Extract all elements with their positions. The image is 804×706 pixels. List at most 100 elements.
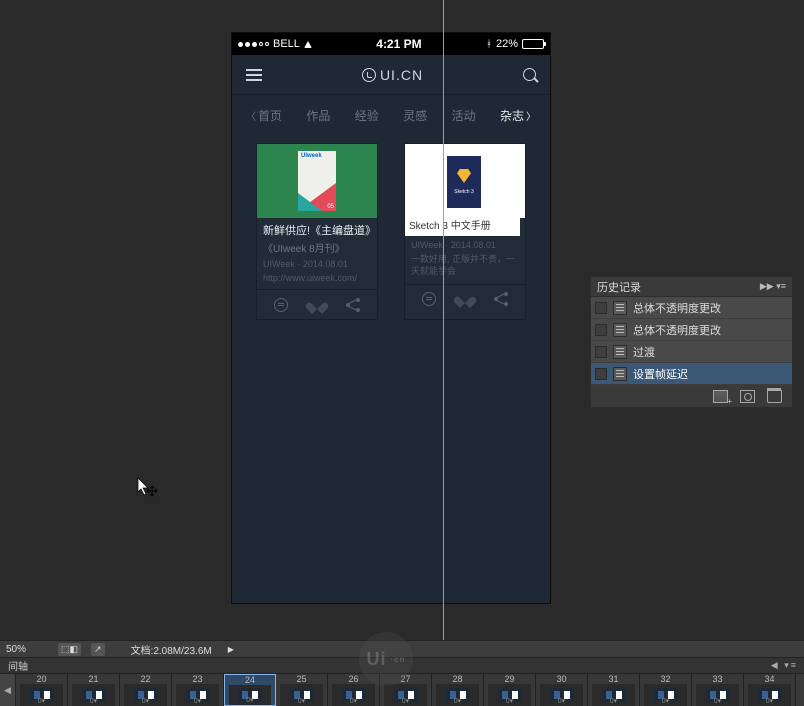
- frame-number: 31: [588, 674, 639, 684]
- nav-works[interactable]: 作品: [306, 107, 330, 124]
- menu-icon[interactable]: [246, 69, 262, 81]
- statusbar-left: BELL: [238, 38, 312, 50]
- heart-icon[interactable]: [310, 298, 324, 312]
- panel-controls[interactable]: ▶▶ ▾≡: [760, 281, 786, 292]
- phone-mock-frame: BELL 4:21 PM ᚼ 22% UI.CN 〈首页 作品 经验 灵感 活动: [231, 32, 551, 604]
- history-row[interactable]: 过渡: [591, 341, 792, 363]
- magazine-thumb-icon: UIweek 05: [298, 151, 336, 211]
- carrier-label: BELL: [273, 38, 300, 50]
- timeline-frame[interactable]: 24 0▾: [224, 674, 276, 706]
- card-1-cover: UIweek 05: [257, 144, 377, 218]
- frame-number: 25: [276, 674, 327, 684]
- camera-icon[interactable]: [740, 390, 755, 403]
- timeline-frame[interactable]: 340▾: [744, 674, 796, 706]
- timeline-tab-label[interactable]: 间轴: [0, 658, 36, 673]
- card-2-meta: UIWeek · 2014.08.01: [405, 240, 525, 254]
- battery-percent: 22%: [496, 38, 518, 50]
- history-row[interactable]: 设置帧延迟: [591, 363, 792, 385]
- vertical-guide-line[interactable]: [443, 0, 444, 640]
- frame-delay-icon: 0▾: [744, 697, 795, 705]
- watermark-logo: Ui·cn: [359, 632, 413, 686]
- preview-mode-icon[interactable]: ⬚◧: [58, 643, 81, 656]
- zoom-level[interactable]: 50%: [6, 644, 48, 655]
- timeline-frame[interactable]: 29 0▾: [484, 674, 536, 706]
- frame-delay-icon: 0▾: [16, 697, 67, 705]
- nav-insp[interactable]: 灵感: [403, 107, 427, 124]
- frame-delay-icon: 0▾: [225, 696, 275, 704]
- card-1-subtitle: 《UIweek 8月刊》: [257, 240, 377, 259]
- nav-activity[interactable]: 活动: [452, 107, 476, 124]
- history-row[interactable]: 总体不透明度更改: [591, 297, 792, 319]
- app-header: UI.CN: [232, 55, 550, 95]
- book-thumb-icon: Sketch 3: [447, 156, 481, 208]
- frame-number: 21: [68, 674, 119, 684]
- nav-magazine[interactable]: 杂志〉: [500, 107, 536, 124]
- history-visibility-toggle[interactable]: [595, 324, 607, 336]
- battery-icon: [522, 39, 544, 49]
- frame-delay-icon: 0▾: [68, 697, 119, 705]
- share-icon[interactable]: [346, 298, 360, 312]
- history-visibility-toggle[interactable]: [595, 346, 607, 358]
- frame-delay-icon: 0▾: [536, 697, 587, 705]
- signal-dots-icon: [238, 42, 269, 47]
- frame-delay-icon: 0▾: [328, 697, 379, 705]
- statusbar-right: ᚼ 22%: [486, 38, 544, 50]
- timeline-frame[interactable]: 25 0▾: [276, 674, 328, 706]
- trash-icon[interactable]: [767, 390, 782, 403]
- history-footer: [591, 385, 792, 407]
- document-icon: [613, 323, 627, 337]
- card-1-title: 新鲜供应!《主编盘道》: [257, 218, 377, 240]
- frame-delay-icon: 0▾: [172, 697, 223, 705]
- card-2-actions: [405, 284, 525, 314]
- timeline-frame[interactable]: 230▾: [172, 674, 224, 706]
- timeline-frame[interactable]: 21 0▾: [68, 674, 120, 706]
- frame-delay-icon: 0▾: [276, 697, 327, 705]
- frame-delay-icon: 0▾: [588, 697, 639, 705]
- frame-number: 29: [484, 674, 535, 684]
- comment-icon[interactable]: [274, 298, 288, 312]
- card-1-meta: UIWeek · 2014.08.01: [257, 259, 377, 273]
- history-visibility-toggle[interactable]: [595, 302, 607, 314]
- logo-text: UI.CN: [380, 67, 423, 83]
- card-2[interactable]: Sketch 3 Sketch 3 中文手册 Sketck 3 中文手册 UIW…: [404, 143, 526, 320]
- timeline-frame[interactable]: 31 0▾: [588, 674, 640, 706]
- history-row-label: 过渡: [633, 344, 655, 360]
- heart-icon[interactable]: [458, 292, 472, 306]
- nav-home[interactable]: 〈首页: [246, 107, 282, 124]
- new-document-icon[interactable]: [713, 390, 728, 403]
- timeline-scroll-left[interactable]: ◀: [0, 674, 16, 706]
- timeline-frame[interactable]: 320▾: [640, 674, 692, 706]
- frame-number: 33: [692, 674, 743, 684]
- comment-icon[interactable]: [422, 292, 436, 306]
- card-1-actions: [257, 289, 377, 319]
- history-row-label: 总体不透明度更改: [633, 300, 721, 316]
- logo-icon: [362, 68, 376, 82]
- history-panel-tab[interactable]: 历史记录 ▶▶ ▾≡: [591, 277, 792, 297]
- history-row[interactable]: 总体不透明度更改: [591, 319, 792, 341]
- timeline-frame[interactable]: 280▾: [432, 674, 484, 706]
- timeline-frame[interactable]: 300▾: [536, 674, 588, 706]
- ios-statusbar: BELL 4:21 PM ᚼ 22%: [232, 33, 550, 55]
- chevron-left-icon: 〈: [246, 108, 256, 123]
- timeline-frame[interactable]: 220▾: [120, 674, 172, 706]
- share-icon[interactable]: [494, 292, 508, 306]
- panel-menu-icon[interactable]: ◀ ▾≡: [765, 660, 804, 671]
- export-icon[interactable]: ↗: [91, 643, 105, 656]
- document-icon: [613, 301, 627, 315]
- card-1-link: http://www.uiweek.com/: [257, 273, 377, 289]
- play-icon[interactable]: ▶: [228, 645, 234, 654]
- history-visibility-toggle[interactable]: [595, 368, 607, 380]
- document-icon: [613, 345, 627, 359]
- card-1[interactable]: UIweek 05 新鲜供应!《主编盘道》 《UIweek 8月刊》 UIWee…: [256, 143, 378, 320]
- bluetooth-icon: ᚼ: [486, 39, 492, 50]
- search-icon[interactable]: [523, 68, 536, 81]
- timeline-frame[interactable]: 200▾: [16, 674, 68, 706]
- card-2-desc: 一款好用, 正版并不贵，一天就能学会: [405, 254, 525, 283]
- nav-exp[interactable]: 经验: [355, 107, 379, 124]
- timeline-frame[interactable]: 330▾: [692, 674, 744, 706]
- move-cursor-icon: [137, 477, 159, 499]
- history-tab-label: 历史记录: [597, 279, 641, 295]
- frame-delay-icon: 0▾: [380, 697, 431, 705]
- frame-number: 24: [225, 675, 275, 685]
- frame-delay-icon: 0▾: [484, 697, 535, 705]
